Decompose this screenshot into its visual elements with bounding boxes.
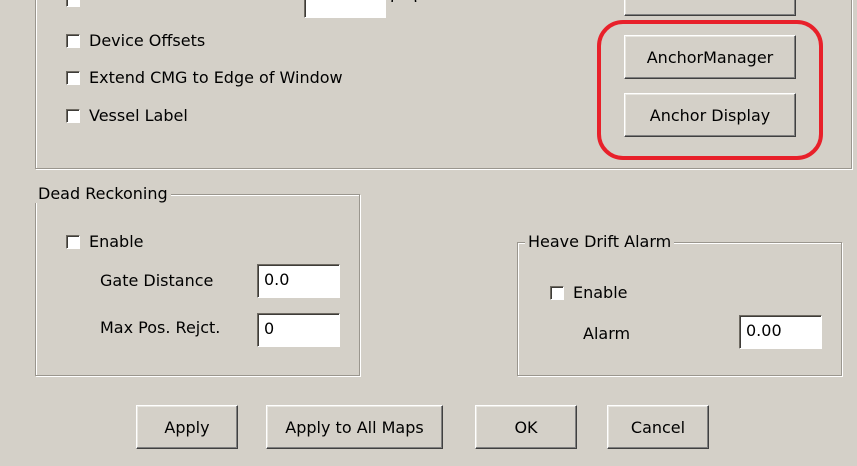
heave-drift-enable-checkbox[interactable]: Enable xyxy=(550,283,628,302)
device-offsets-label: Device Offsets xyxy=(89,31,206,50)
heave-drift-title: Heave Drift Alarm xyxy=(525,233,675,251)
extend-cmg-checkbox[interactable]: Extend CMG to Edge of Window xyxy=(66,68,343,87)
vessel-label-label: Vessel Label xyxy=(89,106,188,125)
apply-button[interactable]: Apply xyxy=(136,405,238,449)
gate-distance-label: Gate Distance xyxy=(100,271,214,290)
heave-drift-group xyxy=(517,242,842,376)
gate-distance-input[interactable]: 0.0 xyxy=(257,264,340,298)
dead-reckoning-title: Dead Reckoning xyxy=(35,185,171,203)
top-partial-button[interactable] xyxy=(624,0,796,16)
checkbox-box[interactable] xyxy=(66,0,80,7)
top-partial-checkbox[interactable] xyxy=(66,0,89,7)
alarm-label: Alarm xyxy=(583,324,631,343)
anchor-highlight xyxy=(597,20,823,160)
checkbox-box[interactable] xyxy=(66,234,80,249)
extend-cmg-label: Extend CMG to Edge of Window xyxy=(89,68,343,87)
max-pos-rejct-input[interactable]: 0 xyxy=(257,313,340,347)
ok-button[interactable]: OK xyxy=(475,405,577,449)
top-partial-field[interactable] xyxy=(304,0,386,18)
device-offsets-checkbox[interactable]: Device Offsets xyxy=(66,31,205,50)
checkbox-box[interactable] xyxy=(550,285,564,300)
max-pos-rejct-label: Max Pos. Rejct. xyxy=(100,318,221,337)
alarm-input[interactable]: 0.00 xyxy=(739,315,822,349)
checkbox-box[interactable] xyxy=(66,108,80,123)
cancel-button[interactable]: Cancel xyxy=(607,405,709,449)
vessel-label-checkbox[interactable]: Vessel Label xyxy=(66,106,188,125)
dead-reckoning-enable-checkbox[interactable]: Enable xyxy=(66,232,144,251)
checkbox-box[interactable] xyxy=(66,33,80,48)
checkbox-box[interactable] xyxy=(66,70,80,85)
dead-reckoning-enable-label: Enable xyxy=(89,232,144,251)
heave-drift-enable-label: Enable xyxy=(573,283,628,302)
apply-all-maps-button[interactable]: Apply to All Maps xyxy=(266,405,443,449)
